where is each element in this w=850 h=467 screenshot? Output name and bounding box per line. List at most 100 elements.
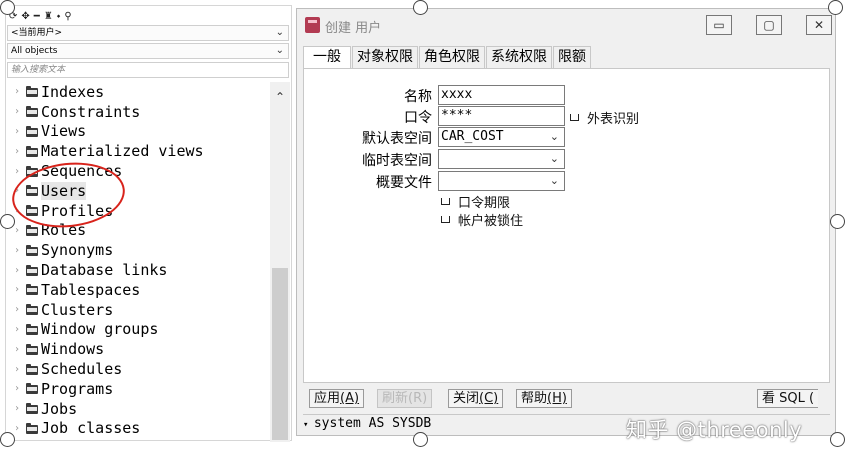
- resize-handle[interactable]: [0, 214, 15, 229]
- chevron-right-icon[interactable]: ›: [14, 86, 26, 97]
- chevron-right-icon[interactable]: ›: [14, 205, 26, 216]
- tree-item-materialized-views[interactable]: › Materialized views: [6, 141, 268, 161]
- tree-item-programs[interactable]: › Programs: [6, 379, 268, 399]
- resize-handle[interactable]: [830, 214, 845, 229]
- objects-combo[interactable]: All objects ⌄: [7, 43, 289, 59]
- watermark: 知乎 @threeonly: [626, 418, 803, 442]
- help-shortcut: (H): [547, 391, 567, 406]
- tab-quotas[interactable]: 限额: [553, 46, 591, 68]
- resize-handle[interactable]: [413, 0, 428, 15]
- tree-item-views[interactable]: › Views: [6, 122, 268, 142]
- refresh-button[interactable]: 刷新(R): [377, 389, 433, 408]
- tree-item-roles[interactable]: › Roles: [6, 221, 268, 241]
- tree-item-jobs[interactable]: › Jobs: [6, 399, 268, 419]
- browser-toolbar: ⟳ ✥ ━ ♜ ⬩ ⚲: [9, 8, 72, 24]
- scrollbar-thumb[interactable]: [272, 268, 288, 440]
- maximize-button[interactable]: ▢: [756, 15, 782, 35]
- search-input[interactable]: 输入搜索文本: [7, 62, 289, 78]
- tree-item-tablespaces[interactable]: › Tablespaces: [6, 280, 268, 300]
- help-button-label: 帮助: [521, 391, 548, 406]
- folder-icon: [26, 185, 38, 197]
- folder-icon: [26, 403, 38, 415]
- chevron-down-icon: ⌄: [549, 152, 559, 165]
- minimize-button[interactable]: ▭: [706, 15, 732, 35]
- tree-item-window-groups[interactable]: › Window groups: [6, 320, 268, 340]
- tab-object-privileges[interactable]: 对象权限: [352, 46, 418, 68]
- chevron-right-icon[interactable]: ›: [14, 106, 26, 117]
- tree-item-label: Schedules: [41, 360, 123, 379]
- chevron-right-icon[interactable]: ›: [14, 245, 26, 256]
- folder-icon: [26, 125, 38, 137]
- chevron-right-icon[interactable]: ›: [14, 126, 26, 137]
- chevron-right-icon[interactable]: ›: [14, 403, 26, 414]
- name-field[interactable]: xxxx: [438, 85, 565, 105]
- chevron-right-icon[interactable]: ›: [14, 166, 26, 177]
- external-auth-checkbox[interactable]: 外表识别: [570, 108, 639, 127]
- dialog-titlebar[interactable]: 创建 用户 ▭ ▢ ✕: [297, 9, 835, 43]
- chevron-right-icon[interactable]: ›: [14, 284, 26, 295]
- password-expired-checkbox[interactable]: 口令期限: [441, 192, 510, 211]
- resize-handle[interactable]: [830, 432, 845, 447]
- tree-item-label: Indexes: [41, 82, 105, 101]
- folder-icon: [26, 224, 38, 236]
- tree-item-label: Constraints: [41, 102, 141, 121]
- chevron-right-icon[interactable]: ›: [14, 146, 26, 157]
- properties-icon[interactable]: ⚲: [64, 11, 71, 22]
- tree-item-windows[interactable]: › Windows: [6, 339, 268, 359]
- chevron-right-icon[interactable]: ›: [14, 324, 26, 335]
- checkbox-box: [441, 198, 450, 205]
- profile-select[interactable]: ⌄: [438, 171, 565, 191]
- password-field[interactable]: ****: [438, 106, 565, 126]
- tree-item-constraints[interactable]: › Constraints: [6, 102, 268, 122]
- chevron-right-icon[interactable]: ›: [14, 423, 26, 434]
- chevron-right-icon[interactable]: ›: [14, 364, 26, 375]
- tree-item-indexes[interactable]: › Indexes: [6, 82, 268, 102]
- resize-handle[interactable]: [413, 432, 428, 447]
- tree-item-label: Programs: [41, 379, 114, 398]
- filter-icon[interactable]: ⬩: [57, 11, 61, 22]
- password-expired-label: 口令期限: [458, 196, 511, 211]
- chevron-right-icon[interactable]: ›: [14, 344, 26, 355]
- tree-item-label: Materialized views: [41, 142, 204, 161]
- chevron-right-icon[interactable]: ›: [14, 225, 26, 236]
- tree-item-profiles[interactable]: › Profiles: [6, 201, 268, 221]
- resize-handle[interactable]: [828, 0, 843, 15]
- tab-role-privileges[interactable]: 角色权限: [419, 46, 485, 68]
- chevron-right-icon[interactable]: ›: [14, 185, 26, 196]
- tree-item-users[interactable]: › Users: [6, 181, 268, 201]
- chevron-up-icon[interactable]: ⌃: [275, 90, 285, 104]
- view-sql-button[interactable]: 看 SQL (: [757, 389, 819, 408]
- tree-item-label: Profiles: [41, 201, 114, 220]
- tab-system-privileges[interactable]: 系统权限: [486, 46, 552, 68]
- tree-item-synonyms[interactable]: › Synonyms: [6, 240, 268, 260]
- default-tablespace-select[interactable]: CAR_COST ⌄: [438, 127, 565, 147]
- add-icon[interactable]: ✥: [21, 11, 29, 22]
- tree-scrollbar[interactable]: ⌃: [270, 82, 290, 442]
- temp-tablespace-select[interactable]: ⌄: [438, 149, 565, 169]
- chevron-right-icon[interactable]: ›: [14, 265, 26, 276]
- checkbox-box: [570, 114, 579, 121]
- close-shortcut: (C): [479, 391, 499, 406]
- close-button[interactable]: ✕: [806, 15, 832, 35]
- apply-button[interactable]: 应用(A): [309, 389, 365, 408]
- tree-item-schedules[interactable]: › Schedules: [6, 359, 268, 379]
- resize-handle[interactable]: [0, 0, 15, 15]
- default-tablespace-value: CAR_COST: [441, 129, 504, 144]
- chevron-right-icon[interactable]: ›: [14, 383, 26, 394]
- account-locked-checkbox[interactable]: 帐户被锁住: [441, 210, 523, 229]
- help-button[interactable]: 帮助(H): [516, 389, 572, 408]
- tree-item-job-classes[interactable]: › Job classes: [6, 419, 268, 439]
- tree-item-sequences[interactable]: › Sequences: [6, 161, 268, 181]
- close-dialog-button[interactable]: 关闭(C): [448, 389, 504, 408]
- tab-general[interactable]: 一般: [303, 46, 351, 70]
- tree-item-clusters[interactable]: › Clusters: [6, 300, 268, 320]
- remove-icon[interactable]: ━: [34, 11, 40, 22]
- chevron-right-icon[interactable]: ›: [14, 304, 26, 315]
- resize-handle[interactable]: [0, 432, 15, 447]
- tree-item-label: Window groups: [41, 320, 159, 339]
- find-icon[interactable]: ♜: [44, 11, 53, 22]
- external-auth-label: 外表识别: [587, 112, 640, 127]
- tree-item-label: Tablespaces: [41, 280, 141, 299]
- tree-item-database-links[interactable]: › Database links: [6, 260, 268, 280]
- user-combo[interactable]: <当前用户> ⌄: [7, 25, 289, 41]
